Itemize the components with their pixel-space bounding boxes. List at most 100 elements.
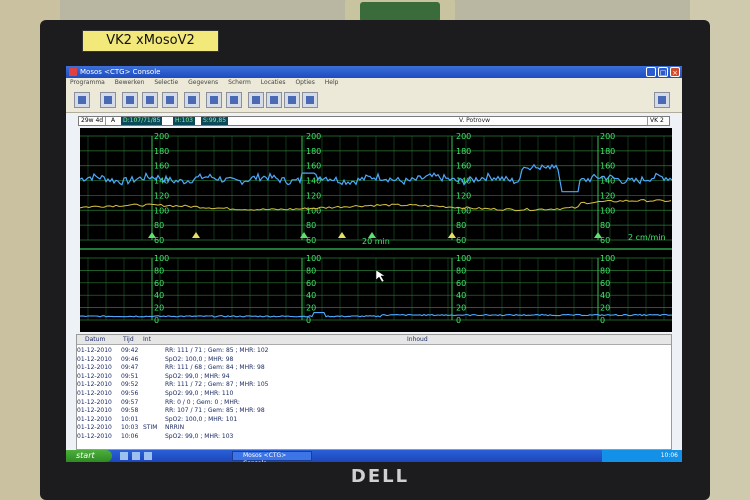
start-button[interactable]: start xyxy=(66,450,112,462)
log-cell-int: STIM xyxy=(143,424,158,432)
toolbar-button-11[interactable] xyxy=(284,92,300,108)
col-inhoud[interactable]: Inhoud xyxy=(407,335,428,344)
app-icon xyxy=(69,68,77,76)
refresh-icon xyxy=(230,96,238,104)
toolbar-button-7[interactable] xyxy=(206,92,222,108)
y-tick-label: 60 xyxy=(456,236,466,245)
menu-help[interactable]: Help xyxy=(325,79,339,86)
log-cell-tijd: 09:47 xyxy=(121,364,139,372)
toolbar-button-3[interactable] xyxy=(122,92,138,108)
toolbar-button-10[interactable] xyxy=(266,92,282,108)
y-tick-label: 60 xyxy=(456,279,466,288)
y-tick-label: 100 xyxy=(456,254,471,263)
y-tick-label: 40 xyxy=(306,291,316,300)
log-row[interactable]: 01-12-2010 09:46 SpO2: 100,0 ; MHR: 98 xyxy=(77,356,671,364)
ctg-chart-svg: 60 60 60 60 80 80 80 80 100 100 100 100 120 120 120 120… xyxy=(80,132,672,325)
event-marker xyxy=(148,232,156,238)
log-row[interactable]: 01-12-2010 09:51 SpO2: 99,0 ; MHR: 94 xyxy=(77,373,671,381)
y-tick-label: 160 xyxy=(600,162,615,171)
menu-selectie[interactable]: Selectie xyxy=(154,79,178,86)
log-cell-text: SpO2: 100,0 ; MHR: 101 xyxy=(165,415,238,423)
y-tick-label: 40 xyxy=(600,291,610,300)
quicklaunch-icon-2[interactable] xyxy=(132,452,140,460)
dell-logo: DELL xyxy=(350,466,410,487)
log-row[interactable]: 01-12-2010 09:52 RR: 111 / 72 ; Gem: 87 ; … xyxy=(77,381,671,389)
d-value-badge: D:107/71/85 xyxy=(121,117,163,125)
log-row[interactable]: 01-12-2010 09:56 SpO2: 99,0 ; MHR: 110 xyxy=(77,390,671,398)
menu-scherm[interactable]: Scherm xyxy=(228,79,251,86)
log-cell-tijd: 09:42 xyxy=(121,347,139,354)
y-tick-label: 80 xyxy=(154,266,164,275)
log-cell-datum: 01-12-2010 xyxy=(77,372,112,380)
log-row[interactable]: 01-12-2010 10:03 STIM NRRIN xyxy=(77,424,671,432)
toolbar xyxy=(66,88,682,113)
record-icon xyxy=(252,96,260,104)
close-button[interactable]: × xyxy=(670,67,680,77)
menubar: Programma Bewerken Selectie Gegevens Sch… xyxy=(66,78,682,88)
log-cell-datum: 01-12-2010 xyxy=(77,355,112,363)
sensor-icon xyxy=(306,96,314,104)
annotation-speed: 2 cm/min xyxy=(628,233,666,242)
log-cell-text: RR: 107 / 71 ; Gem: 85 ; MHR: 98 xyxy=(165,407,265,415)
y-tick-label: 200 xyxy=(306,132,321,141)
toolbar-button-9[interactable] xyxy=(248,92,264,108)
camera-icon xyxy=(288,96,296,104)
mouse-cursor-icon xyxy=(375,269,386,283)
log-cell-datum: 01-12-2010 xyxy=(77,398,112,406)
taskbar-app-button[interactable]: Mosos <CTG> Console xyxy=(232,451,312,462)
y-tick-label: 80 xyxy=(306,266,316,275)
log-cell-text: SpO2: 99,0 ; MHR: 94 xyxy=(165,372,230,380)
ctg-charts: 60 60 60 60 80 80 80 80 100 100 100 100 120 120 120 120… xyxy=(80,128,672,332)
log-row[interactable]: 01-12-2010 09:42 RR: 111 / 71 ; Gem: 85 ; … xyxy=(77,347,671,355)
toolbar-button-6[interactable] xyxy=(184,92,200,108)
menu-opties[interactable]: Opties xyxy=(295,79,314,86)
menu-programma[interactable]: Programma xyxy=(70,79,105,86)
log-cell-tijd: 09:52 xyxy=(121,381,139,389)
y-tick-label: 100 xyxy=(154,254,169,263)
toolbar-button-12[interactable] xyxy=(302,92,318,108)
taskbar: start Mosos <CTG> Console 10:06 xyxy=(66,450,682,462)
event-marker xyxy=(594,232,602,238)
minimize-button[interactable]: _ xyxy=(646,67,656,77)
screen: Mosos <CTG> Console _ □ × Programma Bewe… xyxy=(66,66,682,462)
col-tijd[interactable]: Tijd xyxy=(123,335,134,344)
monitor-icon xyxy=(210,96,218,104)
toolbar-button-8[interactable] xyxy=(226,92,242,108)
log-cell-tijd: 09:58 xyxy=(121,407,139,415)
maximize-button[interactable]: □ xyxy=(658,67,668,77)
toolbar-button-2[interactable] xyxy=(100,92,116,108)
toolbar-button-4[interactable] xyxy=(142,92,158,108)
log-row[interactable]: 01-12-2010 10:06 SpO2: 99,0 ; MHR: 103 xyxy=(77,433,671,441)
log-header: Datum Tijd Int Inhoud xyxy=(77,335,671,345)
toolbar-button-print[interactable] xyxy=(654,92,670,108)
window-titlebar[interactable]: Mosos <CTG> Console _ □ × xyxy=(66,66,682,78)
log-row[interactable]: 01-12-2010 09:47 RR: 111 / 68 ; Gem: 84 ; … xyxy=(77,364,671,372)
col-datum[interactable]: Datum xyxy=(85,335,105,344)
toolbar-button-5[interactable] xyxy=(162,92,178,108)
menu-bewerken[interactable]: Bewerken xyxy=(115,79,145,86)
y-tick-label: 80 xyxy=(600,221,610,230)
toolbar-button-1[interactable] xyxy=(74,92,90,108)
menu-gegevens[interactable]: Gegevens xyxy=(188,79,218,86)
log-cell-datum: 01-12-2010 xyxy=(77,381,112,389)
log-row[interactable]: 01-12-2010 09:58 RR: 107 / 71 ; Gem: 85 ; … xyxy=(77,407,671,415)
menu-locaties[interactable]: Locaties xyxy=(261,79,286,86)
y-tick-label: 40 xyxy=(154,291,164,300)
log-cell-text: NRRIN xyxy=(165,424,185,432)
y-tick-label: 100 xyxy=(306,254,321,263)
log-row[interactable]: 01-12-2010 10:01 SpO2: 100,0 ; MHR: 101 xyxy=(77,416,671,424)
y-tick-label: 120 xyxy=(600,191,615,200)
user-icon xyxy=(104,96,112,104)
log-cell-datum: 01-12-2010 xyxy=(77,364,112,372)
log-row[interactable]: 01-12-2010 09:57 RR: 0 / 0 ; Gem: 0 ; MHR: xyxy=(77,399,671,407)
y-tick-label: 0 xyxy=(600,316,605,325)
y-tick-label: 20 xyxy=(456,304,466,313)
log-cell-text: RR: 111 / 71 ; Gem: 85 ; MHR: 102 xyxy=(165,347,269,354)
log-cell-datum: 01-12-2010 xyxy=(77,433,112,440)
quicklaunch-icon-3[interactable] xyxy=(144,452,152,460)
system-tray-clock[interactable]: 10:06 xyxy=(602,450,682,462)
quicklaunch-icon-1[interactable] xyxy=(120,452,128,460)
y-tick-label: 160 xyxy=(456,162,471,171)
col-int[interactable]: Int xyxy=(143,335,151,344)
y-tick-label: 40 xyxy=(456,291,466,300)
